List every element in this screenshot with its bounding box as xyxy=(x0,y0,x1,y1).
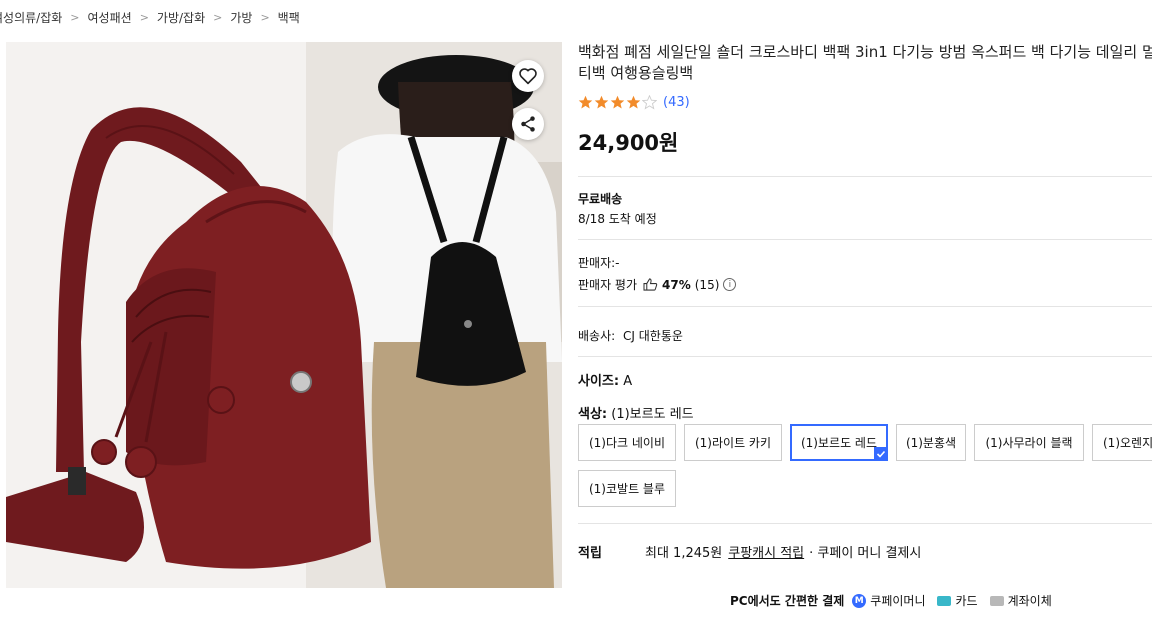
payment-methods: PC에서도 간편한 결제 M 쿠페이머니 카드 계좌이체 xyxy=(730,592,1064,609)
color-option-label: (1)보르도 레드 xyxy=(800,436,877,450)
color-label: 색상: xyxy=(578,407,608,422)
seller-value: - xyxy=(615,256,620,270)
share-icon xyxy=(521,116,535,132)
shipper-label: 배송사: xyxy=(578,329,616,343)
color-option-selected[interactable]: (1)보르도 레드 xyxy=(790,424,888,461)
delivery-eta: 8/18 도착 예정 xyxy=(578,212,657,226)
rating[interactable]: (43) xyxy=(578,93,1152,111)
wishlist-button[interactable] xyxy=(512,60,544,92)
seller-row: 판매자:- xyxy=(578,254,620,271)
heart-icon xyxy=(519,68,537,85)
star-icon xyxy=(610,95,625,108)
chevron-right-icon: > xyxy=(139,10,149,24)
product-info: 백화점 폐점 세일단일 숄더 크로스바디 백팩 3in1 다기능 방범 옥스퍼드… xyxy=(578,42,1152,157)
payment-method: M 쿠페이머니 xyxy=(852,592,925,609)
color-option[interactable]: (1)분홍색 xyxy=(896,424,966,461)
color-option[interactable]: (1)코발트 블루 xyxy=(578,470,676,507)
size-row: 사이즈: A xyxy=(578,370,632,389)
seller-label: 판매자: xyxy=(578,256,616,270)
reward-label: 적립 xyxy=(578,546,602,561)
star-icon xyxy=(626,95,641,108)
bank-transfer-icon xyxy=(989,595,1004,606)
product-title: 백화점 폐점 세일단일 숄더 크로스바디 백팩 3in1 다기능 방범 옥스퍼드… xyxy=(578,43,1152,82)
shipper-row: 배송사: CJ 대한통운 xyxy=(578,327,683,344)
divider xyxy=(578,523,1152,524)
shipper-value: CJ 대한통운 xyxy=(623,329,683,343)
reward-row: 적립 최대 1,245원 쿠팡캐시 적립 · 쿠페이 머니 결제시 xyxy=(578,542,921,561)
reward-amount: 최대 1,245원 xyxy=(645,546,723,561)
coupay-icon: M xyxy=(852,593,867,608)
breadcrumb: 여성의류/잡화 > 여성패션 > 가방/잡화 > 가방 > 백팩 xyxy=(0,8,300,26)
size-value: A xyxy=(623,374,633,389)
color-option[interactable]: (1)오렌지 xyxy=(1092,424,1152,461)
coupang-cash-link[interactable]: 쿠팡캐시 적립 xyxy=(728,542,804,561)
seller-rating-label: 판매자 평가 xyxy=(578,278,638,292)
divider xyxy=(578,239,1152,240)
seller-rating-pct: 47% xyxy=(662,277,691,292)
star-icon xyxy=(594,95,609,108)
star-empty-icon xyxy=(642,94,657,109)
info-icon[interactable]: i xyxy=(723,278,737,291)
breadcrumb-item[interactable]: 가방/잡화 xyxy=(157,9,205,26)
chevron-right-icon: > xyxy=(213,10,223,24)
delivery-label: 무료배송 xyxy=(578,192,623,206)
star-rating xyxy=(578,94,657,110)
color-value: (1)보르도 레드 xyxy=(611,407,694,422)
checkmark-icon xyxy=(874,447,888,461)
color-option[interactable]: (1)사무라이 블랙 xyxy=(974,424,1084,461)
payment-title: PC에서도 간편한 결제 xyxy=(730,594,845,608)
review-count[interactable]: (43) xyxy=(663,95,690,110)
payment-method: 카드 xyxy=(937,592,978,609)
reward-condition: · 쿠페이 머니 결제시 xyxy=(809,546,922,561)
color-option[interactable]: (1)라이트 카키 xyxy=(684,424,782,461)
chevron-right-icon: > xyxy=(260,10,270,24)
divider xyxy=(578,306,1152,307)
payment-method: 계좌이체 xyxy=(989,592,1052,609)
breadcrumb-item[interactable]: 백팩 xyxy=(278,9,300,26)
color-row: 색상: (1)보르도 레드 xyxy=(578,403,694,422)
divider xyxy=(578,176,1152,177)
divider xyxy=(578,356,1152,357)
breadcrumb-item[interactable]: 여성패션 xyxy=(88,9,132,26)
seller-rating-count: (15) xyxy=(694,277,720,292)
color-option[interactable]: (1)다크 네이비 xyxy=(578,424,676,461)
breadcrumb-item[interactable]: 가방 xyxy=(230,9,252,26)
product-image[interactable] xyxy=(6,42,562,588)
share-button[interactable] xyxy=(512,108,544,140)
breadcrumb-item[interactable]: 여성의류/잡화 xyxy=(0,9,62,26)
seller-rating-row: 판매자 평가 47% (15) i xyxy=(578,276,737,293)
star-icon xyxy=(578,95,593,108)
thumbs-up-icon xyxy=(643,278,658,291)
size-label: 사이즈: xyxy=(578,374,620,389)
price: 24,900원 xyxy=(578,131,679,155)
card-icon xyxy=(937,595,952,606)
chevron-right-icon: > xyxy=(70,10,80,24)
